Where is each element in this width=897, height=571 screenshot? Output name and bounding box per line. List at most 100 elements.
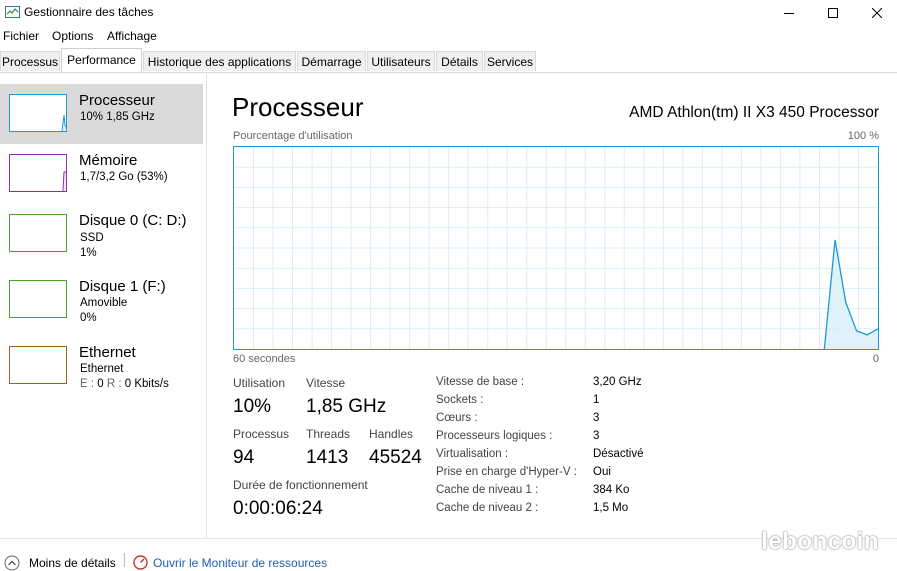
less-details-label: Moins de détails [29, 556, 116, 570]
footer-divider [124, 553, 125, 567]
graph-max-label: 100 % [847, 130, 879, 142]
cpu-usage-chart [234, 147, 878, 349]
menu-fichier[interactable]: Fichier [3, 29, 39, 43]
handles-value: 45524 [369, 447, 422, 468]
cpu-model-name: AMD Athlon(tm) II X3 450 Processor [629, 104, 879, 121]
ethernet-receive-value: 0 Kbits/s [124, 378, 169, 390]
info-label: Virtualisation : [436, 448, 509, 460]
ethernet-thumbnail-graph [9, 346, 67, 384]
tab-details[interactable]: Détails [436, 51, 483, 71]
maximize-icon [828, 8, 838, 18]
close-button[interactable] [855, 0, 897, 26]
cpu-usage-graph [233, 146, 879, 350]
sidebar-item-disque-0[interactable]: Disque 0 (C: D:) SSD 1% [0, 210, 203, 276]
window-title: Gestionnaire des tâches [24, 5, 154, 19]
menu-options[interactable]: Options [52, 29, 93, 43]
handles-label: Handles [369, 427, 414, 441]
processus-value: 94 [233, 447, 255, 468]
title-bar[interactable]: Gestionnaire des tâches [0, 0, 897, 26]
vitesse-label: Vitesse [306, 376, 346, 390]
tab-demarrage[interactable]: Démarrage [297, 51, 366, 71]
open-resource-monitor-label: Ouvrir le Moniteur de ressources [153, 556, 328, 570]
info-row-processeurs-logiques: Processeurs logiques : 3 [436, 430, 736, 448]
info-value: 3,20 GHz [593, 376, 642, 388]
graph-title: Pourcentage d'utilisation [233, 130, 353, 142]
vitesse-value: 1,85 GHz [306, 396, 387, 417]
info-row-virtualisation: Virtualisation : Désactivé [436, 448, 736, 466]
threads-value: 1413 [306, 447, 349, 468]
sidebar-item-title: Disque 0 (C: D:) [79, 212, 187, 229]
chevron-up-icon [4, 555, 20, 571]
sidebar-item-title: Disque 1 (F:) [79, 278, 166, 295]
sidebar-item-detail: E : 0 R : 0 Kbits/s [80, 378, 169, 390]
utilisation-label: Utilisation [233, 376, 286, 390]
graph-min-label: 0 [872, 353, 879, 365]
graph-time-label: 60 secondes [233, 353, 296, 365]
open-resource-monitor-link[interactable]: Ouvrir le Moniteur de ressources [133, 555, 343, 571]
info-value: Oui [593, 466, 611, 478]
minimize-button[interactable] [767, 0, 811, 26]
info-label: Vitesse de base : [436, 376, 525, 388]
close-icon [872, 8, 882, 18]
info-row-hyper-v: Prise en charge d'Hyper-V : Oui [436, 466, 736, 484]
sidebar-item-detail: 1% [80, 247, 97, 259]
leboncoin-watermark: leboncoin [761, 528, 879, 555]
info-row-cache-l1: Cache de niveau 1 : 384 Ko [436, 484, 736, 502]
resource-monitor-icon [133, 555, 148, 570]
info-row-cache-l2: Cache de niveau 2 : 1,5 Mo [436, 502, 736, 520]
sidebar-item-title: Processeur [79, 92, 155, 109]
uptime-label: Durée de fonctionnement [233, 478, 368, 492]
info-label: Cache de niveau 1 : [436, 484, 539, 496]
sidebar-item-detail: 10% 1,85 GHz [80, 111, 155, 123]
processus-label: Processus [233, 427, 290, 441]
info-label: Prise en charge d'Hyper-V : [436, 466, 577, 478]
utilisation-value: 10% [233, 396, 272, 417]
sidebar-item-memoire[interactable]: Mémoire 1,7/3,2 Go (53%) [0, 150, 203, 210]
sidebar-item-detail: 0% [80, 312, 97, 324]
sidebar-item-detail: 1,7/3,2 Go (53%) [80, 171, 168, 183]
maximize-button[interactable] [811, 0, 855, 26]
info-row-coeurs: Cœurs : 3 [436, 412, 736, 430]
sidebar-separator [206, 72, 207, 538]
cpu-thumbnail-sparkline [61, 114, 66, 131]
info-label: Processeurs logiques : [436, 430, 553, 442]
disk1-thumbnail-graph [9, 280, 67, 318]
memory-thumbnail-graph [9, 154, 67, 192]
sidebar-item-processeur[interactable]: Processeur 10% 1,85 GHz [0, 84, 203, 144]
sidebar-item-title: Ethernet [79, 344, 136, 361]
sidebar-item-ethernet[interactable]: Ethernet Ethernet E : 0 R : 0 Kbits/s [0, 342, 203, 408]
info-value: Désactivé [593, 448, 644, 460]
info-label: Sockets : [436, 394, 484, 406]
info-row-sockets: Sockets : 1 [436, 394, 736, 412]
memory-thumbnail-fill [62, 171, 66, 191]
sidebar-item-type: Amovible [80, 297, 128, 309]
info-value: 1 [593, 394, 600, 406]
minimize-icon [784, 13, 794, 14]
uptime-value: 0:00:06:24 [233, 498, 323, 519]
less-details-button[interactable]: Moins de détails [4, 555, 124, 571]
threads-label: Threads [306, 427, 351, 441]
info-row-vitesse-base: Vitesse de base : 3,20 GHz [436, 376, 736, 394]
tab-historique[interactable]: Historique des applications [143, 51, 296, 71]
sidebar-item-type: Ethernet [80, 363, 124, 375]
menu-affichage[interactable]: Affichage [107, 29, 157, 43]
sidebar-item-title: Mémoire [79, 152, 138, 169]
disk0-thumbnail-graph [9, 214, 67, 252]
info-value: 3 [593, 412, 600, 424]
info-label: Cache de niveau 2 : [436, 502, 539, 514]
tab-services[interactable]: Services [484, 51, 536, 71]
tab-processus[interactable]: Processus [0, 51, 60, 71]
sidebar-item-type: SSD [80, 232, 104, 244]
info-value: 1,5 Mo [593, 502, 629, 514]
tab-utilisateurs[interactable]: Utilisateurs [367, 51, 435, 71]
task-manager-icon [5, 6, 20, 18]
ethernet-receive-label: R : [103, 378, 125, 390]
tab-performance[interactable]: Performance [61, 48, 142, 72]
sidebar-item-disque-1[interactable]: Disque 1 (F:) Amovible 0% [0, 276, 203, 342]
ethernet-send-label: E : [80, 378, 98, 390]
info-value: 384 Ko [593, 484, 630, 496]
page-title: Processeur [232, 92, 364, 122]
info-label: Cœurs : [436, 412, 478, 424]
cpu-thumbnail-graph [9, 94, 67, 132]
info-value: 3 [593, 430, 600, 442]
